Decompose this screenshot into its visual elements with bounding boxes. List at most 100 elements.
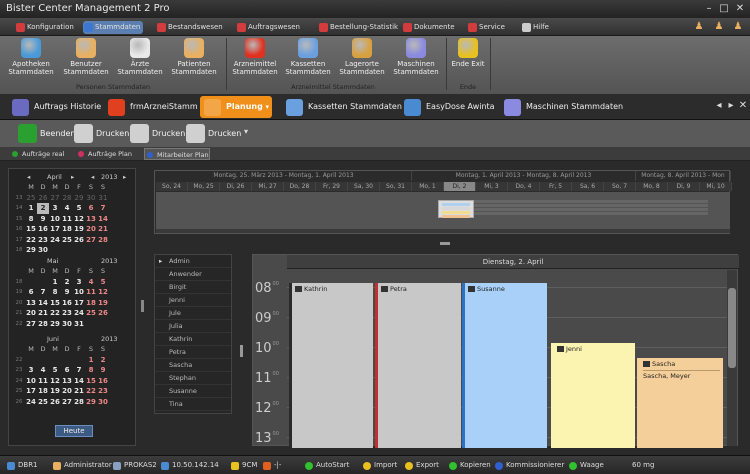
- calendar-day[interactable]: 16: [61, 298, 73, 309]
- calendar-day[interactable]: 14: [97, 214, 109, 225]
- calendar-day[interactable]: 7: [37, 287, 49, 298]
- timeline-selection[interactable]: [438, 200, 474, 218]
- resource-item[interactable]: Anwender: [155, 268, 231, 281]
- timeline-day-header[interactable]: Di, 2: [444, 182, 476, 191]
- calendar-day[interactable]: 14: [37, 298, 49, 309]
- status-item[interactable]: 9CM: [230, 460, 257, 471]
- calendar-day[interactable]: 2: [37, 203, 49, 214]
- timeline-day-header[interactable]: Mo, 25: [188, 182, 220, 191]
- calendar-day[interactable]: 4: [37, 365, 49, 376]
- beenden-button[interactable]: Beenden: [16, 123, 75, 144]
- resource-item[interactable]: Birgit: [155, 281, 231, 294]
- calendar-day[interactable]: 29: [73, 193, 85, 204]
- calendar-day[interactable]: 25: [25, 193, 37, 204]
- user-add-icon[interactable]: ♟: [712, 20, 726, 33]
- calendar-day[interactable]: 23: [97, 386, 109, 397]
- calendar-day[interactable]: 28: [61, 193, 73, 204]
- prev-month-icon[interactable]: ◂: [27, 173, 30, 182]
- calendar-day[interactable]: 6: [85, 203, 97, 214]
- status-item[interactable]: Kopieren: [448, 460, 491, 471]
- calendar-day[interactable]: 30: [61, 319, 73, 330]
- next-year-icon[interactable]: ▸: [123, 173, 126, 182]
- calendar-day[interactable]: 15: [85, 376, 97, 387]
- calendar-day[interactable]: 1: [85, 355, 97, 366]
- tab-close-icon[interactable]: ✕: [736, 99, 750, 112]
- calendar-day[interactable]: 27: [25, 319, 37, 330]
- menu-bestandswesen[interactable]: Bestandswesen: [156, 21, 223, 34]
- calendar-day[interactable]: 3: [25, 365, 37, 376]
- calendar-day[interactable]: 20: [85, 224, 97, 235]
- kassetten-stammdaten-button[interactable]: Kassetten Stammdaten: [284, 38, 332, 76]
- status-item[interactable]: Import: [362, 460, 397, 471]
- tab-auftraege-plan[interactable]: Aufträge Plan: [76, 148, 132, 160]
- apotheken-stammdaten-button[interactable]: Apotheken Stammdaten: [8, 38, 54, 76]
- timeline-day-header[interactable]: Do, 28: [284, 182, 316, 191]
- calendar-day[interactable]: 26: [73, 235, 85, 246]
- resource-item[interactable]: Sascha: [155, 359, 231, 372]
- heute-button[interactable]: Heute: [55, 425, 93, 437]
- calendar-day[interactable]: 28: [37, 319, 49, 330]
- vertical-scrollbar[interactable]: [727, 270, 737, 446]
- chevron-down-icon[interactable]: ▾: [265, 96, 269, 118]
- calendar-day[interactable]: 5: [97, 277, 109, 288]
- timeline-day-header[interactable]: Mi, 10: [700, 182, 732, 191]
- resource-item[interactable]: Stephan: [155, 372, 231, 385]
- tab-auftrags-historie[interactable]: Auftrags Historie: [8, 96, 101, 118]
- timeline-day-header[interactable]: So, 7: [604, 182, 636, 191]
- resource-item[interactable]: Tina: [155, 398, 231, 411]
- tab-planung[interactable]: Planung ▾: [200, 96, 272, 118]
- calendar-day[interactable]: 5: [49, 365, 61, 376]
- drucken-button-3[interactable]: Drucken: [184, 123, 241, 144]
- calendar-day[interactable]: 6: [25, 287, 37, 298]
- timeline-day-header[interactable]: Sa, 30: [348, 182, 380, 191]
- calendar-day[interactable]: 28: [97, 235, 109, 246]
- menu-stammdaten[interactable]: Stammdaten: [83, 21, 144, 34]
- calendar-day[interactable]: 22: [49, 308, 61, 319]
- user-icon[interactable]: ♟: [692, 20, 706, 33]
- calendar-day[interactable]: 11: [85, 287, 97, 298]
- splitter-handle[interactable]: [141, 300, 144, 312]
- user-remove-icon[interactable]: ♟: [731, 20, 745, 33]
- calendar-day[interactable]: 23: [37, 235, 49, 246]
- calendar-day[interactable]: 18: [37, 386, 49, 397]
- status-item[interactable]: 10.50.142.14: [160, 460, 219, 471]
- calendar-day[interactable]: 19: [49, 386, 61, 397]
- calendar-day[interactable]: 9: [37, 214, 49, 225]
- calendar-day[interactable]: 13: [61, 376, 73, 387]
- timeline-day-header[interactable]: Do, 4: [508, 182, 540, 191]
- splitter-handle[interactable]: [440, 242, 450, 245]
- drucken-button-2[interactable]: Drucken: [128, 123, 185, 144]
- calendar-day[interactable]: 8: [25, 214, 37, 225]
- timeline-day-header[interactable]: Mo, 8: [636, 182, 668, 191]
- tab-auftraege-real[interactable]: Aufträge real: [10, 148, 64, 160]
- resource-item[interactable]: Kathrin: [155, 333, 231, 346]
- calendar-day[interactable]: 30: [37, 245, 49, 256]
- calendar-day[interactable]: 17: [25, 386, 37, 397]
- menu-hilfe[interactable]: Hilfe: [521, 21, 549, 34]
- calendar-day[interactable]: 27: [61, 397, 73, 408]
- calendar-day[interactable]: 9: [61, 287, 73, 298]
- calendar-day[interactable]: 4: [85, 277, 97, 288]
- status-item[interactable]: 60 mg: [620, 460, 654, 471]
- menu-service[interactable]: Service: [467, 21, 505, 34]
- menu-auftragswesen[interactable]: Auftragswesen: [236, 21, 300, 34]
- timeline-day-header[interactable]: Sa, 6: [572, 182, 604, 191]
- calendar-day[interactable]: 8: [85, 365, 97, 376]
- calendar-day[interactable]: 21: [37, 308, 49, 319]
- timeline-day-header[interactable]: Di, 26: [220, 182, 252, 191]
- menu-dokumente[interactable]: Dokumente: [402, 21, 455, 34]
- calendar-day[interactable]: 18: [61, 224, 73, 235]
- calendar-day[interactable]: 10: [73, 287, 85, 298]
- calendar-day[interactable]: 12: [97, 287, 109, 298]
- calendar-day[interactable]: 24: [49, 235, 61, 246]
- benutzer-stammdaten-button[interactable]: Benutzer Stammdaten: [62, 38, 110, 76]
- status-item[interactable]: PROKAS2: [112, 460, 157, 471]
- calendar-day[interactable]: 16: [97, 376, 109, 387]
- calendar-day[interactable]: 26: [37, 193, 49, 204]
- next-month-icon[interactable]: ▸: [71, 173, 74, 182]
- calendar-day[interactable]: 29: [49, 319, 61, 330]
- status-item[interactable]: Export: [404, 460, 439, 471]
- calendar-day[interactable]: 21: [97, 224, 109, 235]
- calendar-day[interactable]: 24: [73, 308, 85, 319]
- menu-bestellung-statistik[interactable]: Bestellung-Statistik: [318, 21, 398, 34]
